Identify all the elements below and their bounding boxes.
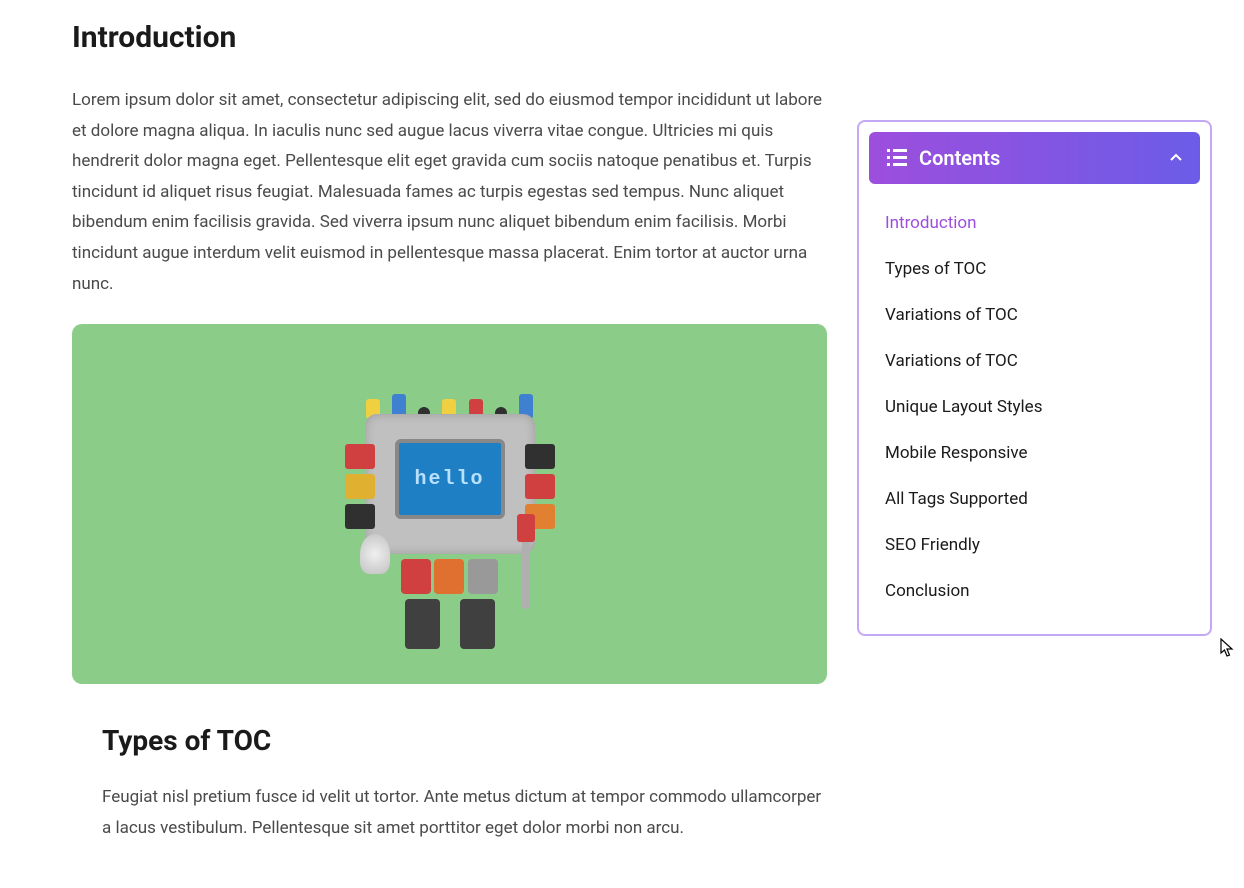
toc-item-8[interactable]: Conclusion [875, 568, 1194, 614]
toc-header[interactable]: Contents [869, 132, 1200, 184]
toc-item-3[interactable]: Variations of TOC [875, 338, 1194, 384]
robot-screen-text: hello [395, 439, 505, 519]
featured-image: hello [72, 324, 827, 684]
toc-list: IntroductionTypes of TOCVariations of TO… [869, 194, 1200, 624]
list-icon [887, 149, 907, 167]
robot-illustration: hello [340, 384, 560, 664]
toc-item-1[interactable]: Types of TOC [875, 246, 1194, 292]
toc-box: Contents IntroductionTypes of TOCVariati… [857, 120, 1212, 636]
intro-heading: Introduction [72, 20, 827, 55]
toc-title: Contents [919, 146, 1000, 170]
sidebar: Contents IntroductionTypes of TOCVariati… [857, 120, 1212, 636]
main-content: Introduction Lorem ipsum dolor sit amet,… [32, 20, 827, 868]
intro-text: Lorem ipsum dolor sit amet, consectetur … [72, 85, 827, 299]
toc-item-0[interactable]: Introduction [875, 200, 1194, 246]
types-text: Feugiat nisl pretium fusce id velit ut t… [72, 782, 827, 843]
cursor-icon [1220, 638, 1236, 658]
toc-item-6[interactable]: All Tags Supported [875, 476, 1194, 522]
toc-item-7[interactable]: SEO Friendly [875, 522, 1194, 568]
toc-item-5[interactable]: Mobile Responsive [875, 430, 1194, 476]
chevron-up-icon [1170, 152, 1182, 164]
toc-item-2[interactable]: Variations of TOC [875, 292, 1194, 338]
toc-item-4[interactable]: Unique Layout Styles [875, 384, 1194, 430]
types-heading: Types of TOC [72, 724, 827, 757]
